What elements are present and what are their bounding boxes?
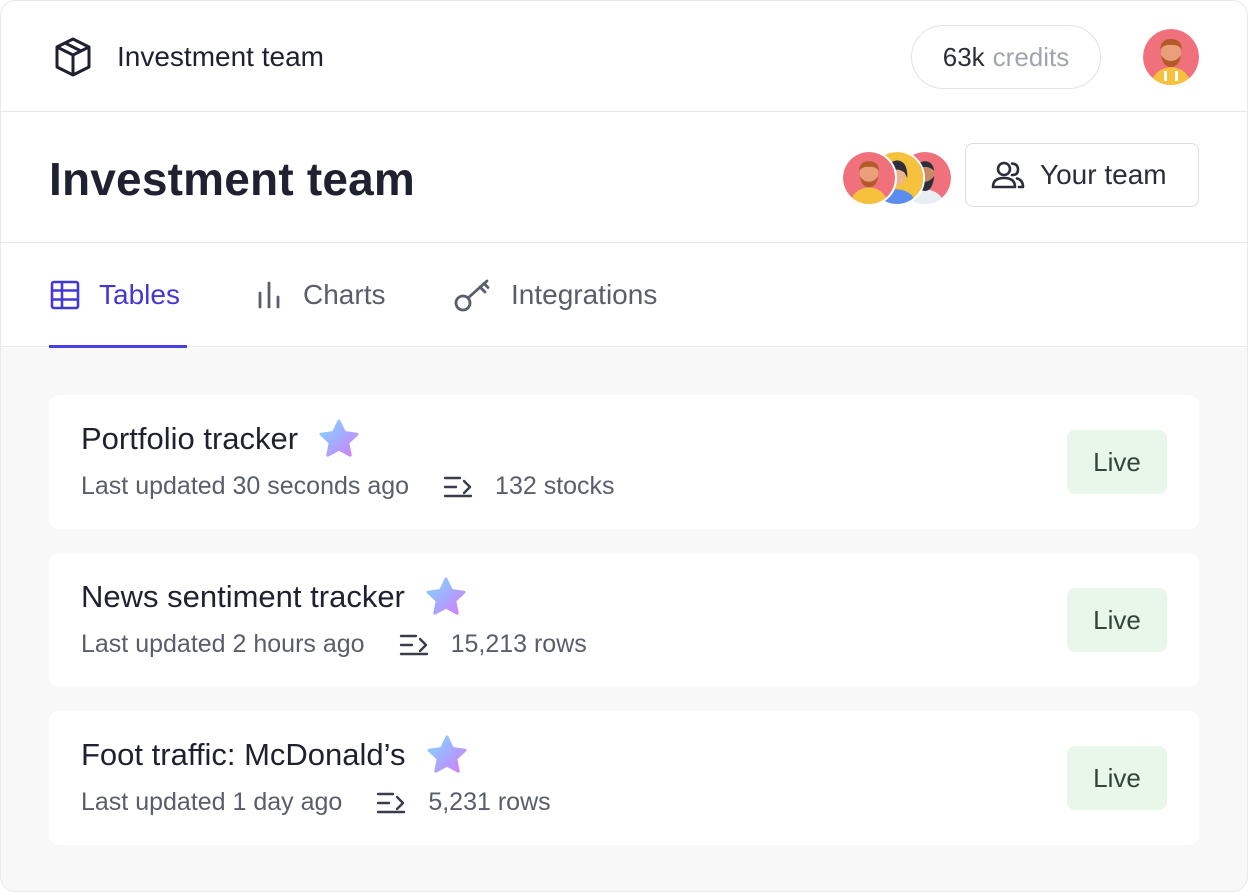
table-title-row: Foot traffic: McDonald’s: [81, 735, 468, 775]
credits-unit: credits: [992, 41, 1070, 72]
team-avatar-stack[interactable]: [841, 150, 953, 208]
tab-bar: Tables Charts Integrations: [1, 243, 1247, 348]
workspace-name[interactable]: Investment team: [117, 41, 324, 73]
last-updated: Last updated 1 day ago: [81, 788, 343, 816]
status-badge: Live: [1067, 588, 1167, 652]
table-meta: Last updated 30 seconds ago 132 stocks: [81, 472, 615, 501]
users-icon: [990, 160, 1026, 190]
table-card[interactable]: Foot traffic: McDonald’s Last updated 1 …: [49, 711, 1199, 845]
cube-icon[interactable]: [51, 35, 95, 79]
row-count: 5,231 rows: [428, 788, 551, 816]
your-team-button[interactable]: Your team: [965, 143, 1199, 207]
your-team-label: Your team: [1040, 159, 1167, 190]
page-header: Investment team Your team: [1, 112, 1247, 243]
key-icon: [453, 277, 493, 313]
app-window: Investment team 63k credits Investment t…: [0, 0, 1248, 892]
tab-label: Tables: [99, 279, 180, 310]
credits-value: 63k: [942, 41, 985, 72]
table-card[interactable]: News sentiment tracker Last updated 2 ho…: [49, 553, 1199, 687]
rows-icon: [443, 474, 473, 500]
credits-pill[interactable]: 63k credits: [911, 25, 1101, 89]
rows-icon: [399, 632, 429, 658]
avatar: [841, 150, 897, 206]
page-title: Investment team: [49, 153, 416, 205]
last-updated: Last updated 2 hours ago: [81, 630, 365, 658]
table-title: Portfolio tracker: [81, 421, 299, 456]
table-title-row: News sentiment tracker: [81, 577, 467, 617]
table-icon: [49, 279, 81, 311]
table-title: News sentiment tracker: [81, 579, 405, 614]
user-avatar[interactable]: [1143, 29, 1199, 85]
table-meta: Last updated 1 day ago 5,231 rows: [81, 788, 551, 817]
top-bar: Investment team 63k credits: [1, 1, 1247, 112]
tab-label: Integrations: [511, 279, 658, 310]
tab-integrations[interactable]: Integrations: [453, 243, 657, 347]
bar-chart-icon: [253, 279, 285, 311]
table-title-row: Portfolio tracker: [81, 419, 360, 459]
status-badge: Live: [1067, 430, 1167, 494]
last-updated: Last updated 30 seconds ago: [81, 472, 410, 500]
table-meta: Last updated 2 hours ago 15,213 rows: [81, 630, 587, 659]
tables-list: Portfolio tracker Last updated 30 second…: [1, 348, 1247, 891]
row-count: 132 stocks: [495, 472, 615, 500]
tab-tables[interactable]: Tables: [49, 243, 187, 348]
table-card[interactable]: Portfolio tracker Last updated 30 second…: [49, 395, 1199, 529]
rows-icon: [376, 790, 406, 816]
star-icon[interactable]: [426, 735, 468, 775]
star-icon[interactable]: [425, 577, 467, 617]
table-title: Foot traffic: McDonald’s: [81, 737, 406, 772]
star-icon[interactable]: [318, 419, 360, 459]
tab-charts[interactable]: Charts: [253, 243, 385, 347]
tab-label: Charts: [303, 279, 386, 310]
row-count: 15,213 rows: [450, 630, 587, 658]
status-badge: Live: [1067, 746, 1167, 810]
